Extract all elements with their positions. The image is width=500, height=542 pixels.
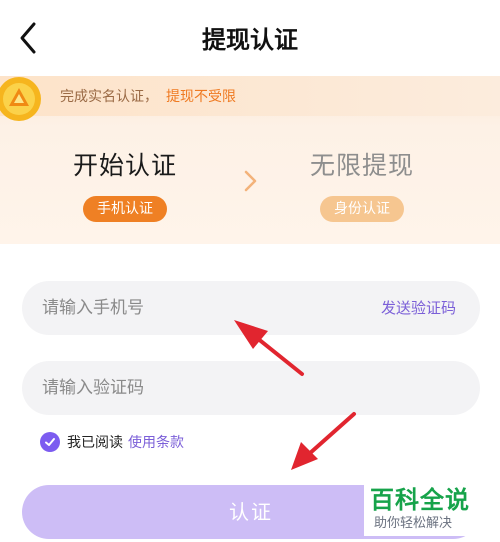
check-icon [45, 438, 55, 446]
step-start-verification: 开始认证 手机认证 [25, 146, 225, 222]
notice-highlight: 提现不受限 [166, 89, 236, 105]
verification-banner: 完成实名认证， 提现不受限 开始认证 手机认证 无限提现 身份认证 [0, 76, 500, 244]
step-unlimited-withdraw: 无限提现 身份认证 [262, 146, 462, 222]
page-title: 提现认证 [202, 26, 298, 54]
notice-bar: 完成实名认证， 提现不受限 [0, 76, 500, 121]
watermark-title: 百科全说 [370, 486, 470, 514]
send-code-button[interactable]: 发送验证码 [381, 297, 456, 318]
notice-text: 完成实名认证， 提现不受限 [60, 86, 236, 106]
phone-input[interactable] [42, 281, 342, 335]
agreement-row: 我已阅读 使用条款 [40, 431, 184, 453]
red-arrow-icon [291, 412, 356, 470]
step-tag-phone: 手机认证 [83, 196, 167, 222]
agreement-text: 我已阅读 [67, 435, 123, 451]
top-bar: 提现认证 [0, 0, 500, 76]
gold-coin-icon [0, 77, 41, 121]
watermark-subtitle: 助你轻松解决 [374, 516, 453, 531]
terms-link[interactable]: 使用条款 [128, 432, 184, 452]
step-tag-identity: 身份认证 [320, 196, 404, 222]
code-input[interactable] [42, 361, 342, 415]
phone-field: 发送验证码 [22, 281, 480, 335]
step-title: 无限提现 [309, 151, 414, 180]
watermark: 百科全说 助你轻松解决 [364, 476, 494, 536]
chevron-right-icon [244, 170, 257, 192]
agreement-checkbox[interactable] [40, 432, 60, 452]
notice-message: 完成实名认证， [60, 89, 158, 105]
code-field [22, 361, 480, 415]
step-title: 开始认证 [72, 151, 177, 180]
